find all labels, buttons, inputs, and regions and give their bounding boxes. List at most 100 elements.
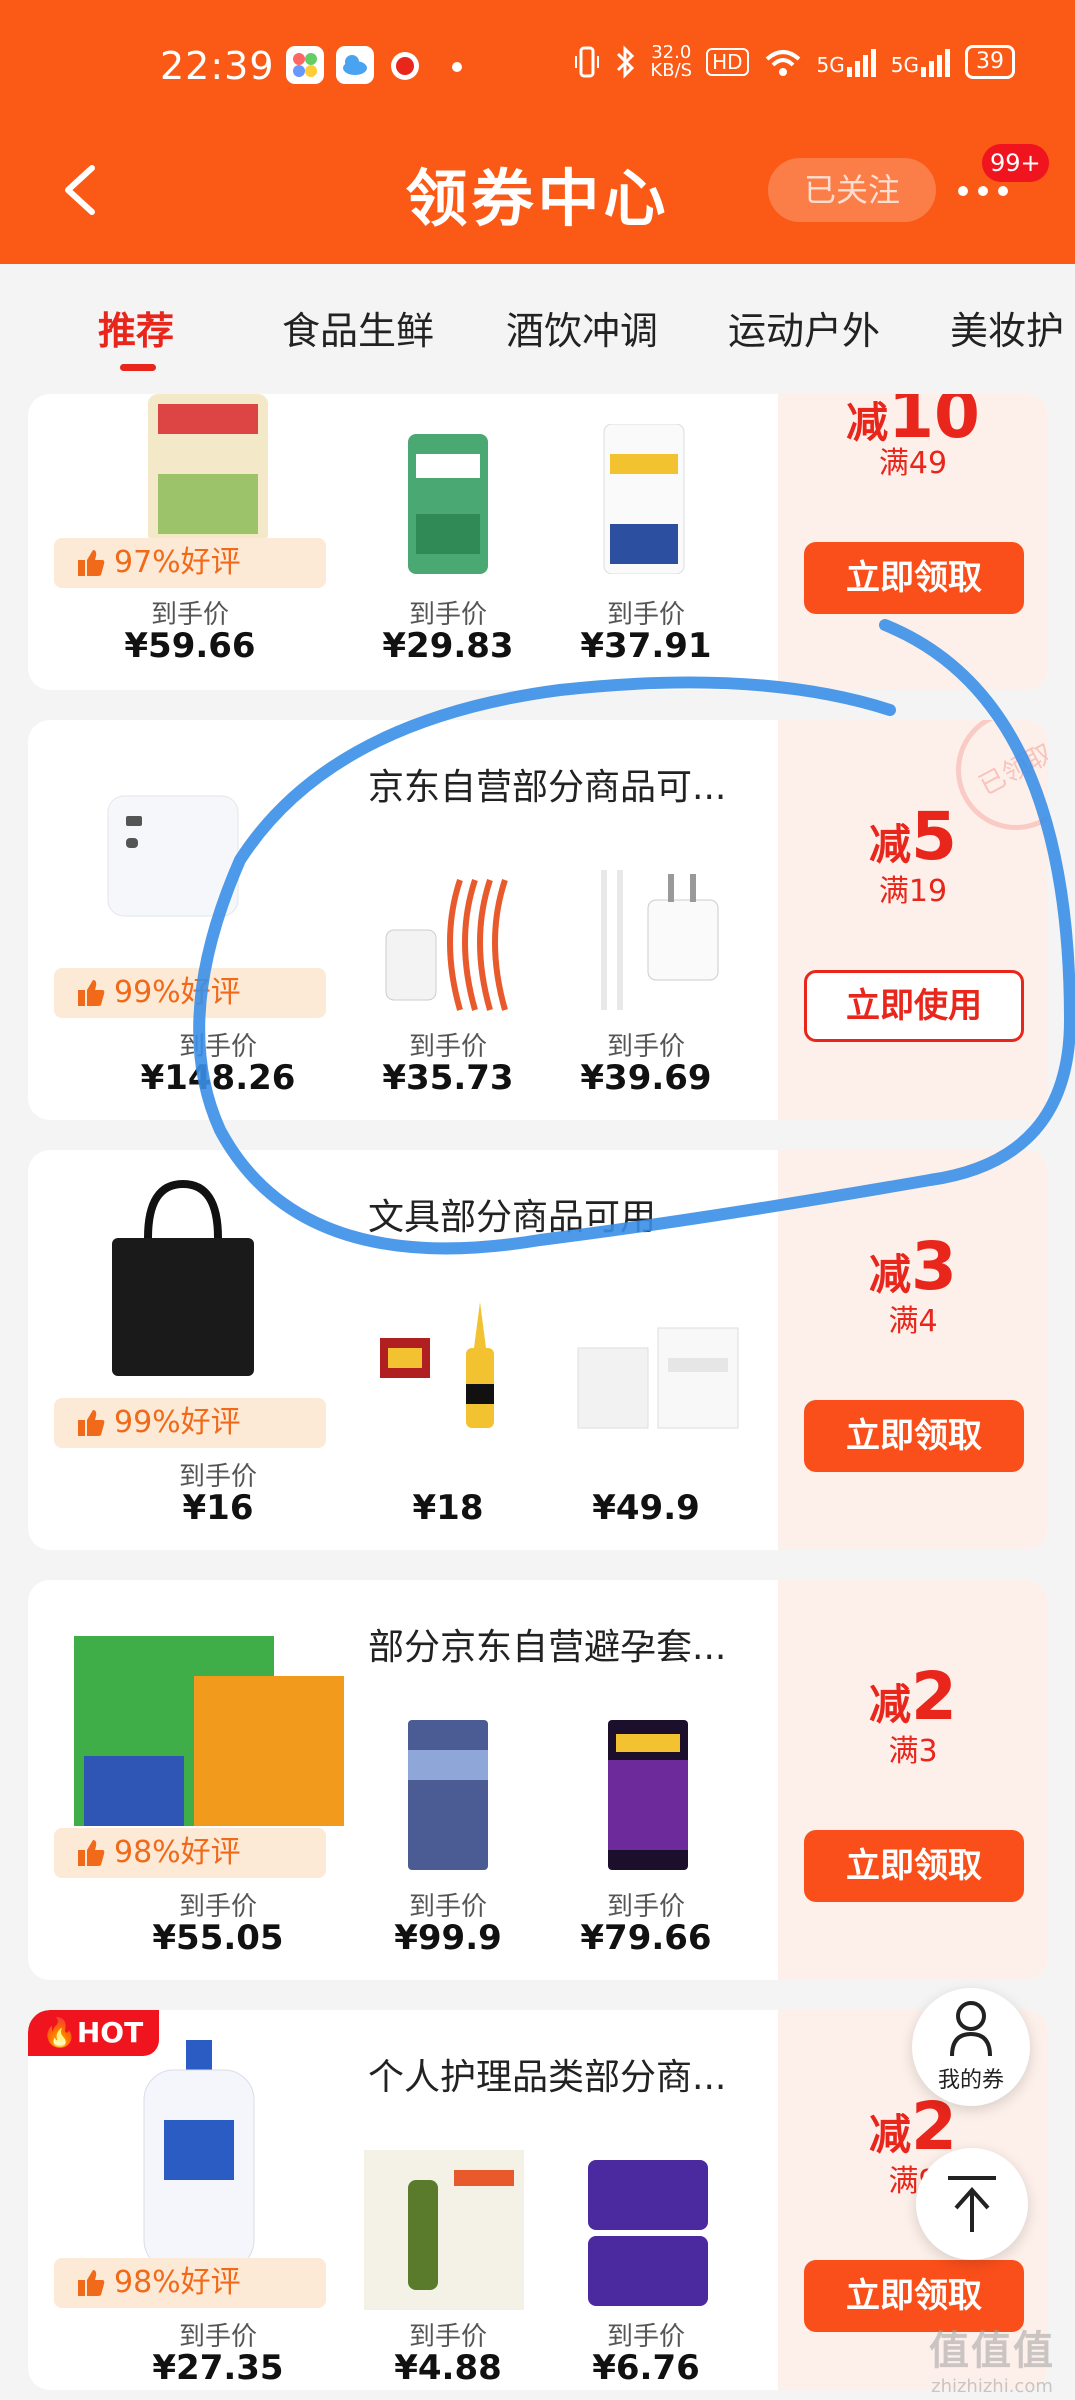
glue-image — [380, 1302, 494, 1428]
more-dot-icon — [978, 186, 988, 196]
tab-recommended[interactable]: 推荐 — [98, 300, 174, 355]
rating-text: 99%好评 — [114, 1405, 241, 1440]
discount-prefix: 减 — [869, 2110, 912, 2159]
discount-amount: 减2 — [778, 2088, 1048, 2165]
signal-1: 5G — [817, 47, 877, 77]
coupon-value-panel: 减2 满3 立即领取 — [778, 1580, 1048, 1980]
file-organizer-image — [577, 1327, 739, 1429]
signal-2: 5G — [891, 47, 951, 77]
back-to-top-button[interactable] — [916, 2148, 1028, 2260]
thumbs-up-icon — [78, 1840, 105, 1866]
rating-text: 98%好评 — [114, 2265, 241, 2300]
product-box-image — [608, 1720, 688, 1870]
use-coupon-button[interactable]: 立即使用 — [804, 970, 1024, 1042]
bluetooth-icon — [617, 45, 635, 79]
signal-bars-icon — [846, 49, 876, 77]
rating-text: 98%好评 — [114, 1835, 241, 1870]
my-coupons-button[interactable]: 我的券 — [912, 1988, 1030, 2106]
site-watermark: 值值值 zhizhizhi.com — [912, 2318, 1072, 2397]
coupon-value-panel: 已领取 减5 满19 立即使用 — [778, 720, 1048, 1120]
product-price: ¥35.73 — [382, 1058, 514, 1098]
tab-sports[interactable]: 运动户外 — [728, 300, 880, 355]
product-price: ¥4.88 — [394, 2348, 502, 2388]
product-price: ¥99.9 — [394, 1918, 502, 1958]
discount-value: 5 — [911, 798, 957, 875]
discount-amount: 减3 — [778, 1228, 1048, 1305]
network-speed: 32.0 KB/S — [650, 44, 692, 80]
discount-threshold: 满19 — [878, 874, 948, 909]
network-type-2: 5G — [890, 53, 919, 77]
thumbs-up-icon — [78, 550, 105, 576]
coupon-value-panel: 减3 满4 立即领取 — [778, 1150, 1048, 1550]
discount-amount: 减5 — [778, 798, 1048, 875]
product-price: ¥49.9 — [592, 1488, 700, 1528]
tab-drinks[interactable]: 酒饮冲调 — [506, 300, 658, 355]
discount-threshold: 满4 — [888, 1304, 938, 1339]
cable-charger-image — [601, 870, 719, 1010]
category-tabs: 推荐 食品生鲜 酒饮冲调 运动户外 美妆护 — [0, 264, 1075, 394]
coupon-card: 97%好评 到手价 ¥59.66 到手价 ¥29.83 到手价 ¥37.91 减… — [28, 394, 1048, 690]
product-price: ¥59.66 — [124, 626, 256, 666]
active-tab-indicator — [120, 364, 156, 371]
hd-voice-indicator: HD — [706, 48, 749, 76]
rating-badge: 99%好评 — [54, 968, 326, 1018]
watermark-logo-text: 值值值 — [929, 2328, 1055, 2374]
discount-threshold: 满3 — [888, 1734, 938, 1769]
jd-dog-icon — [386, 46, 424, 84]
message-badge: 99+ — [982, 144, 1049, 182]
product-price: ¥16 — [182, 1488, 254, 1528]
coupon-card: 部分京东自营避孕套... 98%好评 到手价 ¥55.05 到手价 ¥99.9 … — [28, 1580, 1048, 1980]
tab-beauty[interactable]: 美妆护 — [950, 300, 1064, 355]
header-bar: 22:39 32.0 KB/S HD 5G 5G 39 领券中心 已关注 99+ — [0, 0, 1075, 264]
rating-text: 99%好评 — [114, 975, 241, 1010]
skincare-image — [364, 2150, 524, 2310]
product-box-image — [74, 1636, 344, 1826]
wifi-icon — [765, 50, 800, 76]
coupon-value-panel: 减10 满49 立即领取 — [778, 394, 1048, 690]
coupon-products: 部分京东自营避孕套... 98%好评 到手价 ¥55.05 到手价 ¥99.9 … — [28, 1580, 773, 1980]
pads-image — [588, 2160, 708, 2306]
claim-coupon-button[interactable]: 立即领取 — [804, 1830, 1024, 1902]
more-dot-icon — [998, 186, 1008, 196]
network-type-1: 5G — [816, 53, 845, 77]
charger-image — [107, 795, 239, 917]
more-dot-icon — [958, 186, 968, 196]
claim-coupon-button[interactable]: 立即领取 — [804, 542, 1024, 614]
coupon-title: 文具部分商品可用 — [368, 1197, 657, 1238]
product-price: ¥27.35 — [152, 2348, 284, 2388]
rating-badge: 98%好评 — [54, 2258, 326, 2308]
rating-badge: 99%好评 — [54, 1398, 326, 1448]
product-price: ¥79.66 — [580, 1918, 712, 1958]
tab-fresh-food[interactable]: 食品生鲜 — [282, 300, 434, 355]
discount-value: 2 — [911, 1658, 957, 1735]
product-box-image — [408, 1720, 488, 1870]
thumbs-up-icon — [78, 1410, 105, 1436]
product-price: ¥29.83 — [382, 626, 514, 666]
app-notification-icon — [286, 46, 324, 84]
battery-indicator: 39 — [965, 45, 1015, 79]
coupon-products: 97%好评 到手价 ¥59.66 到手价 ¥29.83 到手价 ¥37.91 — [28, 394, 773, 690]
product-price: ¥39.69 — [580, 1058, 712, 1098]
product-price: ¥37.91 — [580, 626, 712, 666]
discount-prefix: 减 — [869, 820, 912, 869]
rating-badge: 97%好评 — [54, 538, 326, 588]
claim-coupon-button[interactable]: 立即领取 — [804, 1400, 1024, 1472]
coupon-card: 文具部分商品可用 99%好评 到手价 ¥16 ¥18 ¥49.9 减3 满4 立… — [28, 1150, 1048, 1550]
product-price: ¥55.05 — [152, 1918, 284, 1958]
coupon-products: 🔥HOT 个人护理品类部分商... 98%好评 到手价 ¥27.35 到手价 ¥… — [28, 2010, 773, 2390]
coupon-card: 🔥HOT 个人护理品类部分商... 98%好评 到手价 ¥27.35 到手价 ¥… — [28, 2010, 1048, 2390]
status-indicators: 32.0 KB/S HD 5G 5G 39 — [574, 44, 1015, 80]
status-bar: 22:39 32.0 KB/S HD 5G 5G 39 — [0, 0, 1075, 140]
signal-bars-icon — [921, 49, 950, 77]
my-coupons-label: 我的券 — [937, 2068, 1004, 2093]
rice-bag-image — [148, 394, 268, 544]
coupon-title: 部分京东自营避孕套... — [368, 1627, 727, 1668]
discount-value: 3 — [911, 1228, 957, 1305]
arrow-up-icon — [948, 2176, 996, 2232]
follow-button[interactable]: 已关注 — [768, 158, 936, 222]
product-price: ¥6.76 — [592, 2348, 700, 2388]
discount-prefix: 减 — [869, 1680, 912, 1729]
discount-amount: 减2 — [778, 1658, 1048, 1735]
coupon-products: 文具部分商品可用 99%好评 到手价 ¥16 ¥18 ¥49.9 — [28, 1150, 773, 1550]
product-price: ¥148.26 — [140, 1058, 296, 1098]
